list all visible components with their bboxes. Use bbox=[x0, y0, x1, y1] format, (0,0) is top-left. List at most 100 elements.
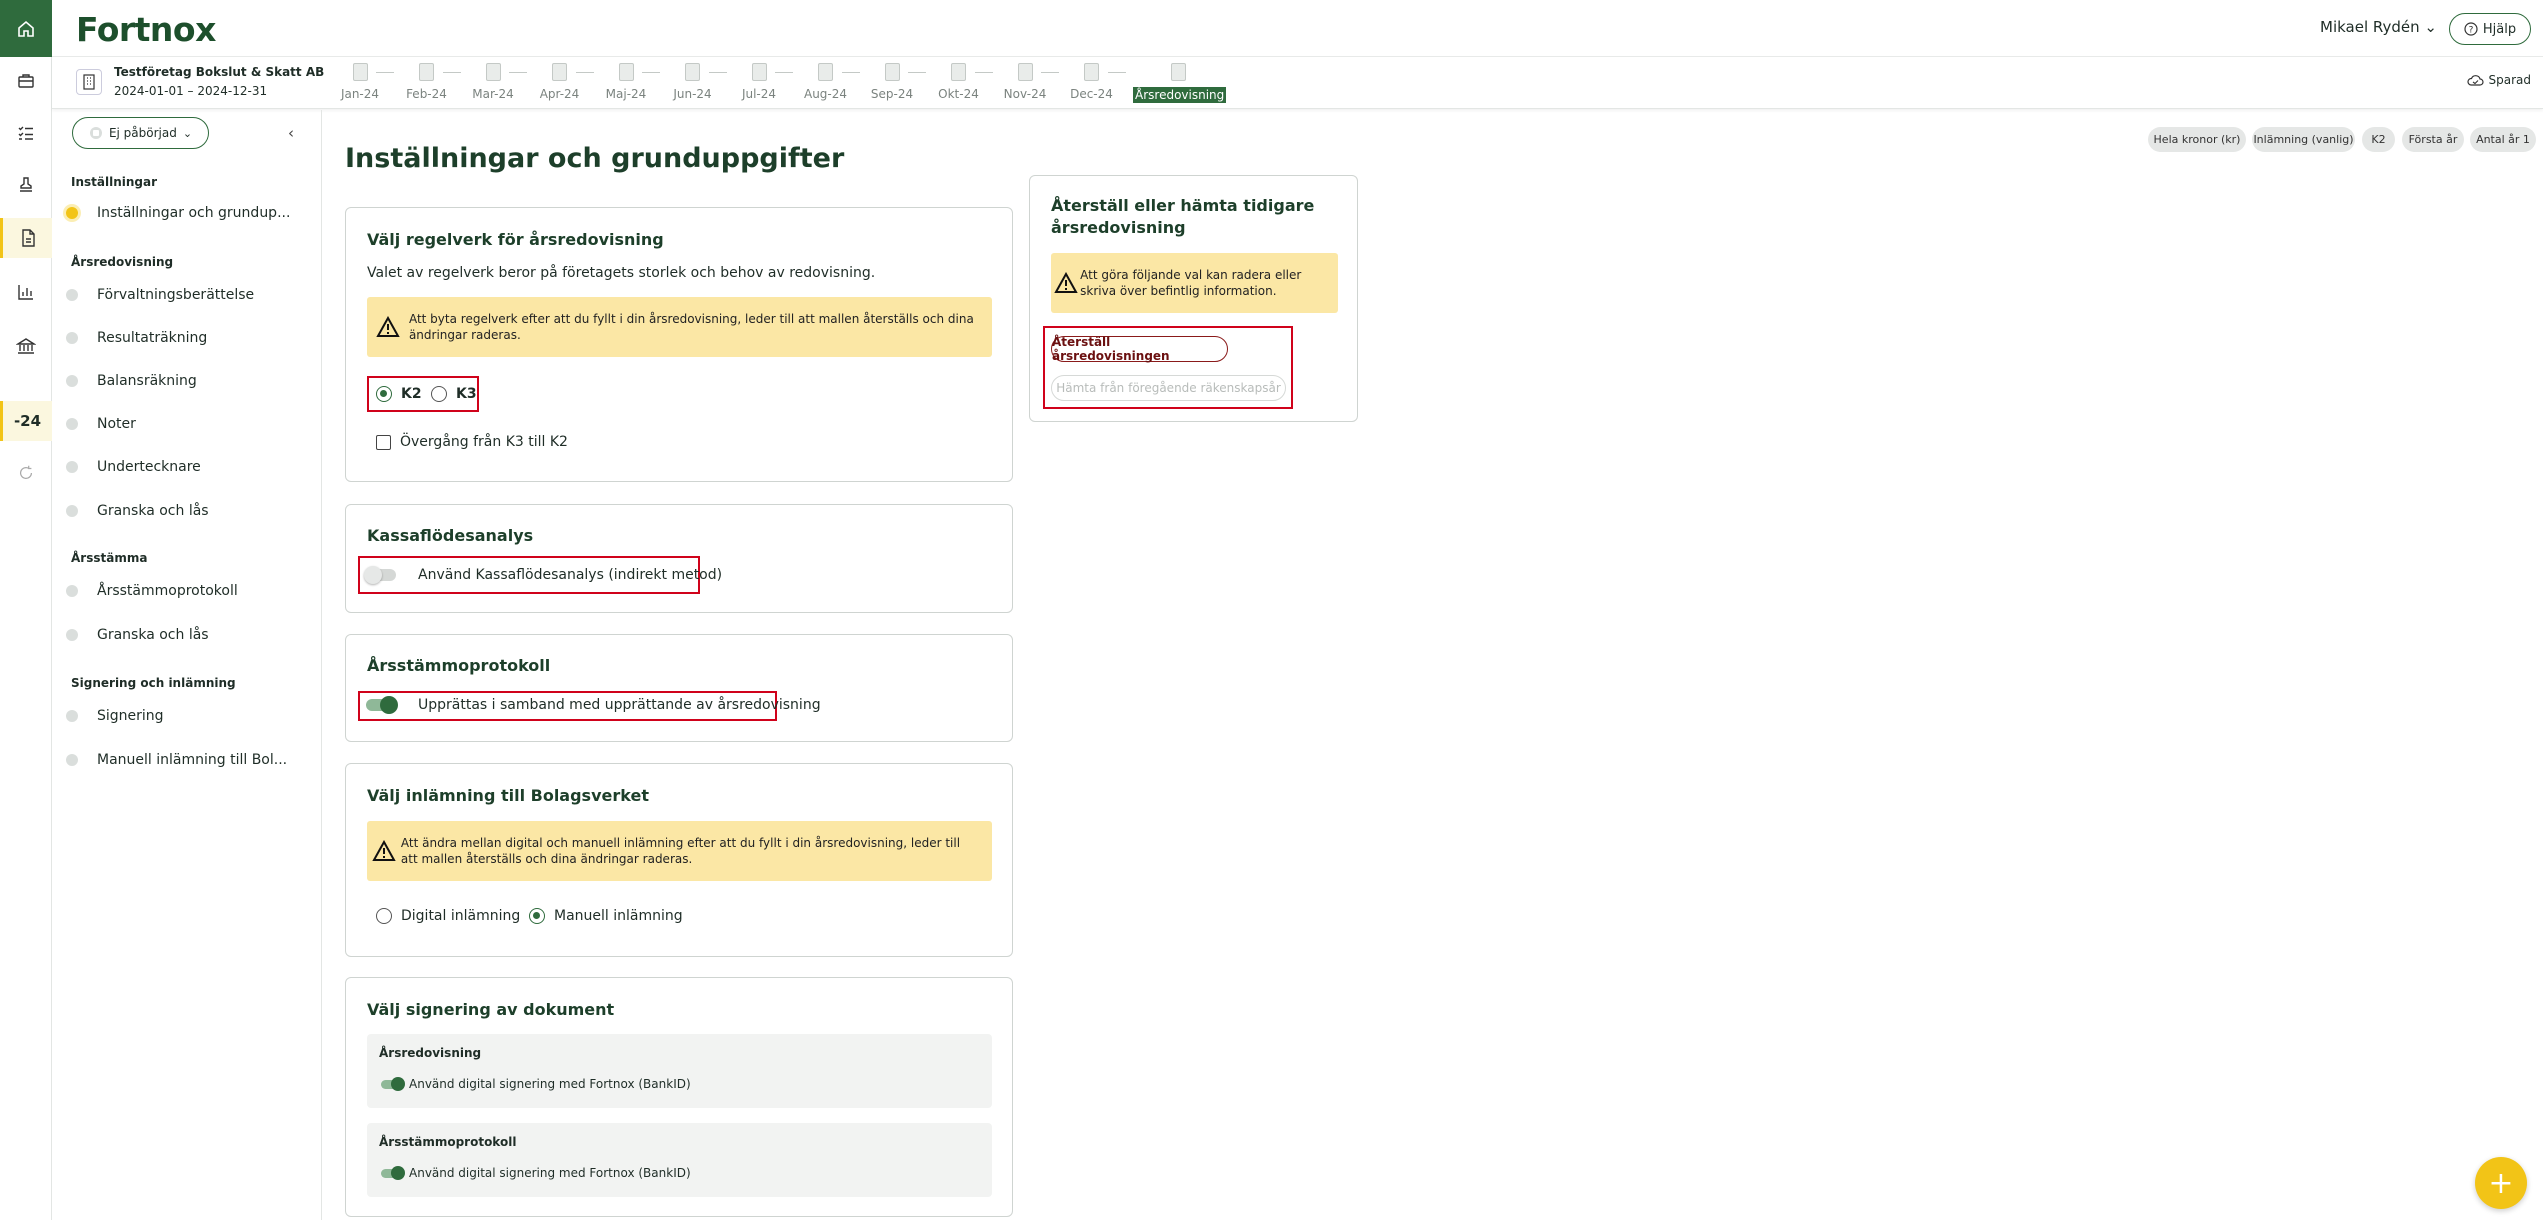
timeline-period-4[interactable]: Maj-24 bbox=[601, 63, 651, 101]
rail-year[interactable]: -24 bbox=[0, 401, 52, 441]
timeline-period-0[interactable]: Jan-24 bbox=[335, 63, 385, 101]
kassaflode-toggle-row[interactable]: Använd Kassaflödesanalys (indirekt metod… bbox=[364, 566, 723, 584]
sidebar-item-granska-stamma[interactable]: Granska och lås bbox=[66, 627, 209, 643]
sidebar-item-label: Årsstämmoprotokoll bbox=[97, 583, 238, 599]
status-dot bbox=[66, 332, 78, 344]
sub-bar: Testföretag Bokslut & Skatt AB 2024-01-0… bbox=[52, 57, 2543, 109]
checkbox[interactable] bbox=[376, 434, 391, 450]
timeline-period-3[interactable]: Apr-24 bbox=[535, 63, 585, 101]
chip-framework: K2 bbox=[2362, 127, 2395, 152]
radio-button[interactable] bbox=[529, 908, 545, 924]
collapse-sidebar-button[interactable]: ‹ bbox=[288, 124, 294, 142]
radio-k2[interactable]: K2 bbox=[376, 386, 422, 402]
document-icon bbox=[818, 63, 833, 81]
home-button[interactable] bbox=[0, 0, 52, 57]
timeline-period-10[interactable]: Nov-24 bbox=[1000, 63, 1050, 101]
chip-currency: Hela kronor (kr) bbox=[2148, 127, 2246, 152]
timeline-period-11[interactable]: Dec-24 bbox=[1067, 63, 1117, 101]
timeline-period-9[interactable]: Okt-24 bbox=[934, 63, 984, 101]
timeline-period-1[interactable]: Feb-24 bbox=[402, 63, 452, 101]
timeline-label: Mar-24 bbox=[472, 87, 514, 101]
rail-reports[interactable] bbox=[0, 272, 52, 312]
building-icon[interactable] bbox=[76, 69, 102, 95]
radio-label: Digital inlämning bbox=[401, 908, 521, 924]
regelverk-card: Välj regelverk för årsredovisning Valet … bbox=[345, 207, 1013, 482]
sidebar-item-manuell-inlamning[interactable]: Manuell inlämning till Bol... bbox=[66, 752, 287, 768]
card-description: Valet av regelverk beror på företagets s… bbox=[367, 265, 876, 281]
radio-button[interactable] bbox=[376, 908, 392, 924]
checklist-icon bbox=[18, 126, 33, 140]
sidebar-item-label: Noter bbox=[97, 416, 136, 432]
warning-text: Att göra följande val kan radera eller s… bbox=[1080, 268, 1302, 298]
sidebar-item-undertecknare[interactable]: Undertecknare bbox=[66, 459, 201, 475]
restore-card: Återställ eller hämta tidigare årsredovi… bbox=[1029, 175, 1358, 422]
timeline-connector bbox=[1041, 72, 1059, 73]
signing-toggle[interactable] bbox=[381, 1166, 405, 1180]
reset-annual-report-button[interactable]: Återställ årsredovisningen bbox=[1051, 335, 1228, 363]
toggle-label: Använd Kassaflödesanalys (indirekt metod… bbox=[418, 567, 723, 583]
timeline-connector bbox=[442, 72, 461, 73]
question-icon: ? bbox=[2464, 22, 2478, 36]
sidebar-item-forvaltningsberattelse[interactable]: Förvaltningsberättelse bbox=[66, 287, 254, 303]
sidebar-item-label: Resultaträkning bbox=[97, 330, 208, 346]
radio-digital[interactable]: Digital inlämning bbox=[376, 908, 520, 924]
warning-text: Att byta regelverk efter att du fyllt i … bbox=[408, 312, 974, 342]
timeline-period-5[interactable]: Jun-24 bbox=[668, 63, 718, 101]
bar-chart-icon bbox=[18, 285, 33, 300]
sidebar-item-installningar[interactable]: Inställningar och grundup... bbox=[66, 205, 291, 221]
sidebar-item-resultatrakning[interactable]: Resultaträkning bbox=[66, 330, 208, 346]
signing-toggle[interactable] bbox=[381, 1077, 405, 1091]
timeline-label: Sep-24 bbox=[870, 87, 914, 101]
fiscal-period: 2024-01-01 – 2024-12-31 bbox=[114, 84, 268, 98]
document-icon bbox=[1017, 63, 1033, 81]
sidebar-item-label: Inställningar och grundup... bbox=[97, 205, 291, 221]
sidebar-item-balansrakning[interactable]: Balansräkning bbox=[66, 373, 197, 389]
timeline-connector bbox=[575, 72, 594, 73]
sidebar-item-granska-ar[interactable]: Granska och lås bbox=[66, 503, 209, 519]
user-menu[interactable]: Mikael Rydén ⌄ bbox=[2320, 18, 2437, 36]
rail-briefcase[interactable] bbox=[0, 61, 52, 101]
arsstamma-toggle-row[interactable]: Upprättas i samband med upprättande av å… bbox=[366, 696, 821, 714]
rail-stamp[interactable] bbox=[0, 165, 52, 205]
page-title: Inställningar och grunduppgifter bbox=[345, 143, 845, 174]
checkbox-k3-to-k2[interactable]: Övergång från K3 till K2 bbox=[376, 434, 568, 450]
timeline-period-12[interactable]: Årsredovisning bbox=[1133, 63, 1227, 103]
stamp-icon bbox=[20, 177, 32, 192]
radio-manual[interactable]: Manuell inlämning bbox=[529, 908, 683, 924]
rail-bank[interactable] bbox=[0, 326, 52, 366]
arsstamma-toggle[interactable] bbox=[366, 696, 398, 714]
briefcase-icon bbox=[18, 74, 34, 88]
radio-button[interactable] bbox=[376, 386, 392, 402]
sidebar-item-signering[interactable]: Signering bbox=[66, 708, 164, 724]
help-button[interactable]: ? Hjälp bbox=[2449, 13, 2531, 45]
fetch-previous-year-button[interactable]: Hämta från föregående räkenskapsår bbox=[1051, 375, 1286, 401]
kassaflode-card: Kassaflödesanalys Använd Kassaflödesanal… bbox=[345, 504, 1013, 613]
top-bar: Fortnox Mikael Rydén ⌄ ? Hjälp bbox=[52, 0, 2543, 57]
rail-refresh[interactable] bbox=[0, 453, 52, 493]
sidebar-item-noter[interactable]: Noter bbox=[66, 416, 136, 432]
rail-annual-report[interactable] bbox=[0, 218, 52, 258]
signing-option-title: Årsredovisning bbox=[379, 1046, 482, 1060]
timeline-connector bbox=[974, 72, 993, 73]
timeline-period-6[interactable]: Jul-24 bbox=[734, 63, 784, 101]
plus-icon: + bbox=[2488, 1165, 2514, 1201]
timeline-connector bbox=[1107, 72, 1126, 73]
signing-option-arsredovisning: Årsredovisning Använd digital signering … bbox=[367, 1034, 992, 1108]
sidebar-item-label: Granska och lås bbox=[97, 503, 209, 519]
rail-tasks[interactable] bbox=[0, 113, 52, 153]
timeline-period-7[interactable]: Aug-24 bbox=[801, 63, 851, 101]
kassaflode-toggle[interactable] bbox=[364, 566, 396, 584]
toggle-label: Använd digital signering med Fortnox (Ba… bbox=[409, 1166, 691, 1180]
add-fab-button[interactable]: + bbox=[2475, 1157, 2527, 1209]
sidebar: Ej påbörjad ⌄ ‹ Inställningar Inställnin… bbox=[52, 110, 322, 1220]
sidebar-item-arsstammoprotokoll[interactable]: Årsstämmoprotokoll bbox=[66, 583, 238, 599]
status-dropdown[interactable]: Ej påbörjad ⌄ bbox=[72, 117, 209, 149]
fortnox-logo[interactable]: Fortnox bbox=[76, 10, 216, 49]
radio-k3[interactable]: K3 bbox=[431, 386, 477, 402]
svg-text:?: ? bbox=[2469, 26, 2474, 36]
signing-toggle-row[interactable]: Använd digital signering med Fortnox (Ba… bbox=[381, 1077, 691, 1091]
radio-button[interactable] bbox=[431, 386, 447, 402]
signing-toggle-row[interactable]: Använd digital signering med Fortnox (Ba… bbox=[381, 1166, 691, 1180]
timeline-period-2[interactable]: Mar-24 bbox=[468, 63, 518, 101]
timeline-period-8[interactable]: Sep-24 bbox=[867, 63, 917, 101]
